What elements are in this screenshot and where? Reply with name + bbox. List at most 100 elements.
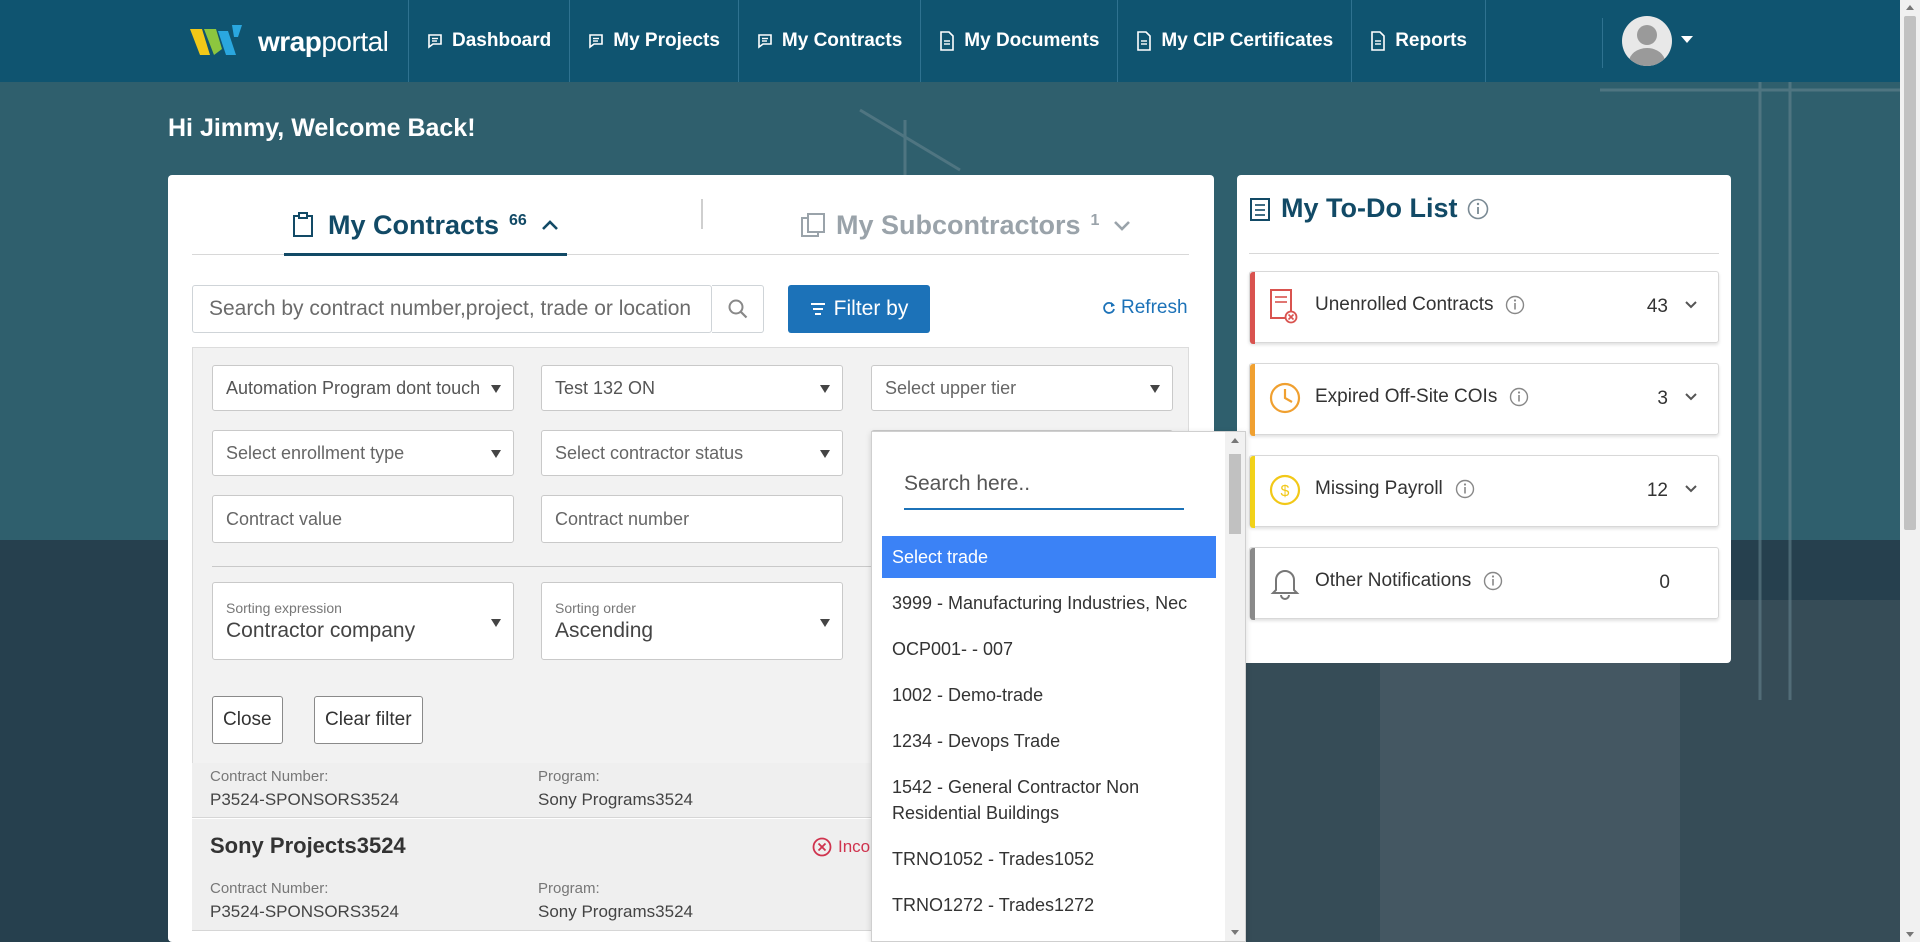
info-icon[interactable] [1509,387,1529,407]
trade-option[interactable]: TRNO1272 - Trades1272 [882,884,1216,926]
contract-search-field[interactable] [192,285,712,333]
user-avatar[interactable] [1622,16,1672,66]
trade-option[interactable]: 1542 - General Contractor Non Residentia… [882,766,1216,834]
scroll-down-arrow-icon[interactable] [1906,932,1914,937]
info-icon[interactable] [1483,571,1503,591]
trade-dropdown-menu: Select trade 3999 - Manufacturing Indust… [871,431,1246,942]
sorting-order-label: Sorting order [555,599,636,616]
upper-tier-select[interactable]: Select upper tier [871,365,1173,411]
filter-lines-icon [810,303,825,315]
trade-option[interactable]: Select trade [882,536,1216,578]
nav-dashboard[interactable]: Dashboard [408,0,569,82]
contract-x-icon [1270,289,1298,324]
refresh-icon [1103,302,1115,314]
tab-my-contracts[interactable]: My Contracts 66 [284,195,567,256]
clipboard-icon [293,212,313,237]
todo-color-bar [1250,272,1255,344]
clear-filter-button[interactable]: Clear filter [314,696,423,744]
todo-count: 3 [1657,388,1668,409]
info-icon[interactable] [1467,198,1489,220]
trade-option[interactable]: 1234 - Devops Trade [882,720,1216,762]
todo-label: Missing Payroll [1315,478,1475,500]
user-menu-caret-icon[interactable] [1681,36,1693,43]
scroll-up-arrow-icon[interactable] [1231,438,1239,443]
clock-icon [1269,382,1301,414]
logo-mark-icon [190,25,242,55]
chevron-down-icon[interactable] [1684,484,1698,494]
chevron-down-icon[interactable] [1684,392,1698,402]
trade-option[interactable]: OCP001- - 007 [882,628,1216,670]
refresh-link[interactable]: Refresh [1102,297,1188,319]
scrollbar-thumb[interactable] [1229,454,1241,534]
nav-my-documents[interactable]: My Documents [920,0,1117,82]
project-select-value: Test 132 ON [555,377,656,398]
todo-count: 0 [1659,572,1670,593]
contract-number-input[interactable]: Contract number [541,495,843,543]
page-scrollbar[interactable] [1900,0,1920,942]
contract-number-value: P3524-SPONSORS3524 [210,790,399,809]
nav-my-contracts[interactable]: My Contracts [737,0,920,82]
nav-my-cip-certificates[interactable]: My CIP Certificates [1117,0,1351,82]
trade-search-input[interactable] [904,462,1174,506]
search-input[interactable] [193,286,693,332]
filter-by-button[interactable]: Filter by [788,285,930,333]
dropdown-arrow-icon [820,385,830,393]
close-button[interactable]: Close [212,696,283,744]
nav-my-projects[interactable]: My Projects [569,0,738,82]
dollar-icon: $ [1269,474,1301,506]
tab-my-subcontractors[interactable]: My Subcontractors 1 [800,195,1131,255]
svg-text:$: $ [1281,483,1290,500]
filter-button-label: Filter by [833,297,909,320]
contract-value-input[interactable]: Contract value [212,495,514,543]
dropdown-arrow-icon [491,450,501,458]
nav-label: My Projects [613,30,720,51]
contractor-status-select[interactable]: Select contractor status [541,430,843,476]
user-icon [1629,25,1665,66]
todo-label: Unenrolled Contracts [1315,294,1525,316]
document-icon [1371,31,1385,51]
todo-color-bar [1250,548,1255,620]
todo-other-notifications[interactable]: Other Notifications 0 [1249,547,1719,620]
dropdown-scrollbar[interactable] [1225,432,1245,941]
refresh-label: Refresh [1121,297,1188,318]
search-button[interactable] [712,285,764,333]
trade-search-field[interactable] [904,462,1184,510]
sorting-order-select[interactable]: Sorting order Ascending [541,582,843,660]
clipboard-copy-icon [801,213,825,237]
scroll-down-arrow-icon[interactable] [1231,930,1239,935]
trade-option[interactable]: TRNO1052 - Trades1052 [882,838,1216,880]
nav-label: Reports [1395,30,1467,51]
trade-option[interactable]: 3999 - Manufacturing Industries, Nec [882,582,1216,624]
sorting-order-value: Ascending [555,618,654,642]
tab-label: My Contracts [328,209,500,240]
nav-divider [1602,18,1603,68]
sorting-expression-value: Contractor company [226,618,416,642]
dropdown-arrow-icon [1150,385,1160,393]
checklist-icon [1250,197,1270,221]
chevron-down-icon [1114,221,1131,231]
program-select[interactable]: Automation Program dont touch [212,365,514,411]
nav-reports[interactable]: Reports [1351,0,1486,82]
todo-unenrolled-contracts[interactable]: Unenrolled Contracts 43 [1249,271,1719,344]
chevron-up-icon [541,220,558,230]
nav-label: My Documents [964,30,1100,51]
chevron-down-icon[interactable] [1684,300,1698,310]
todo-divider [1249,253,1719,254]
todo-missing-payroll[interactable]: $ Missing Payroll 12 [1249,455,1719,528]
todo-expired-offsite-cois[interactable]: Expired Off-Site COIs 3 [1249,363,1719,436]
logo-text: wrapportal [258,26,389,57]
sorting-expression-select[interactable]: Sorting expression Contractor company [212,582,514,660]
wrapportal-logo[interactable]: wrapportal [188,20,389,64]
project-select[interactable]: Test 132 ON [541,365,843,411]
todo-count: 12 [1646,480,1668,501]
info-icon[interactable] [1505,295,1525,315]
info-icon[interactable] [1455,479,1475,499]
scroll-up-arrow-icon[interactable] [1906,5,1914,10]
scrollbar-thumb[interactable] [1904,16,1916,530]
enrollment-type-select[interactable]: Select enrollment type [212,430,514,476]
todo-label: Other Notifications [1315,570,1503,592]
project-name: Sony Projects3524 [210,833,406,858]
contract-number-placeholder: Contract number [555,508,690,529]
trade-option[interactable]: 1002 - Demo-trade [882,674,1216,716]
panel-tabs: My Contracts 66 My Subcontractors 1 [192,175,1189,256]
